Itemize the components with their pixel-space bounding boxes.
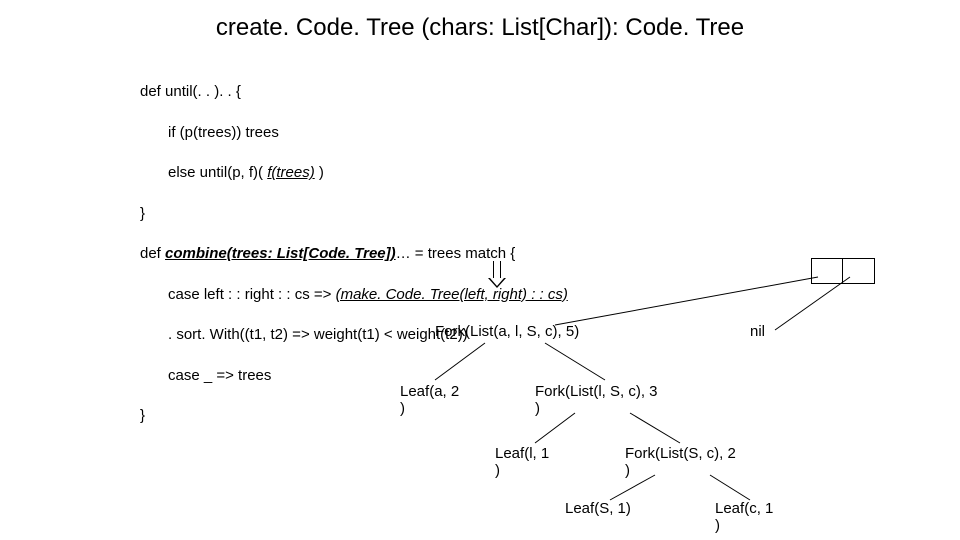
list-cell (843, 258, 875, 284)
code-line: else until(p, f)( f(trees) ) (168, 163, 568, 183)
tree-node: Fork(List(l, S, c), 3 ) (535, 383, 658, 417)
code-line: } (140, 204, 568, 224)
slide-title: create. Code. Tree (chars: List[Char]): … (0, 14, 960, 42)
code-line: def until(. . ). . { (140, 82, 568, 102)
tree-node: Leaf(c, 1 ) (715, 500, 773, 534)
tree-node: Fork(List(S, c), 2 ) (625, 445, 736, 479)
tree-diagram: nil Fork(List(a, l, S, c), 5) Leaf(a, 2 … (380, 295, 900, 535)
tree-node: Fork(List(a, l, S, c), 5) (435, 323, 579, 340)
list-cells (811, 258, 875, 284)
underline-span: f(trees) (267, 164, 315, 181)
tree-node: Leaf(l, 1 ) (495, 445, 549, 479)
list-cell (811, 258, 843, 284)
tree-node: Leaf(S, 1) (565, 500, 631, 517)
code-line: if (p(trees)) trees (168, 123, 568, 143)
down-arrow-icon (488, 261, 506, 291)
tree-node: Leaf(a, 2 ) (400, 383, 459, 417)
nil-label: nil (750, 323, 765, 340)
underline-bold-span: combine(trees: List[Code. Tree]) (165, 245, 396, 262)
